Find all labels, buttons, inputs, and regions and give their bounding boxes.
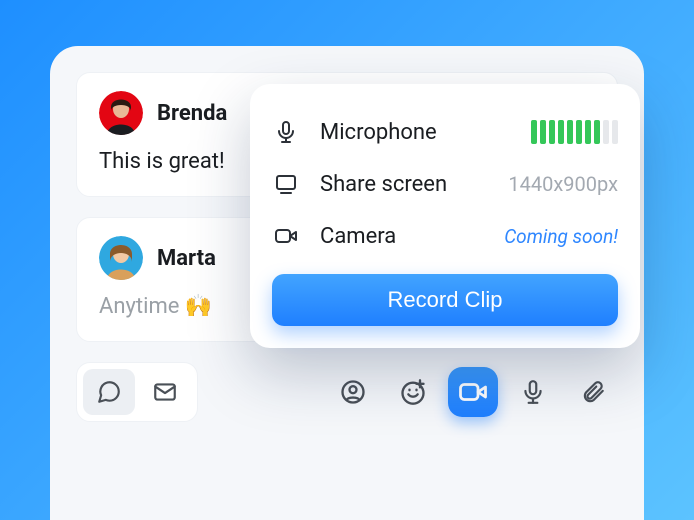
meter-bar — [558, 120, 564, 144]
camera-label: Camera — [320, 224, 484, 249]
message-author: Marta — [157, 246, 216, 271]
meter-bar — [567, 120, 573, 144]
meter-bar — [540, 120, 546, 144]
mention-button[interactable] — [328, 367, 378, 417]
audio-button[interactable] — [508, 367, 558, 417]
meter-bar — [549, 120, 555, 144]
record-popover: Microphone Share screen 1440x900px Camer… — [250, 84, 640, 348]
right-tool-group — [328, 367, 618, 417]
avatar — [99, 91, 143, 135]
screen-icon — [272, 172, 300, 196]
meter-bar — [594, 120, 600, 144]
camera-note: Coming soon! — [504, 225, 618, 248]
share-screen-row[interactable]: Share screen 1440x900px — [272, 158, 618, 210]
microphone-label: Microphone — [320, 120, 511, 145]
camera-row[interactable]: Camera Coming soon! — [272, 210, 618, 262]
composer-toolbar — [76, 362, 618, 422]
avatar — [99, 236, 143, 280]
mention-icon — [339, 378, 367, 406]
share-screen-label: Share screen — [320, 172, 488, 197]
meter-bar — [585, 120, 591, 144]
chat-mode-button[interactable] — [83, 369, 135, 415]
record-clip-button[interactable] — [448, 367, 498, 417]
mic-level-meter — [531, 120, 618, 144]
mail-mode-button[interactable] — [139, 369, 191, 415]
mail-icon — [152, 379, 178, 405]
attach-button[interactable] — [568, 367, 618, 417]
screen-resolution: 1440x900px — [508, 172, 618, 196]
record-clip-action[interactable]: Record Clip — [272, 274, 618, 326]
microphone-row[interactable]: Microphone — [272, 106, 618, 158]
emoji-add-icon — [399, 378, 427, 406]
left-tool-group — [76, 362, 198, 422]
paperclip-icon — [580, 379, 606, 405]
meter-bar — [603, 120, 609, 144]
video-icon — [458, 377, 488, 407]
meter-bar — [531, 120, 537, 144]
chat-icon — [96, 379, 122, 405]
microphone-icon — [520, 379, 546, 405]
camera-icon — [272, 224, 300, 248]
message-author: Brenda — [157, 101, 227, 126]
meter-bar — [612, 120, 618, 144]
emoji-add-button[interactable] — [388, 367, 438, 417]
microphone-icon — [272, 120, 300, 144]
meter-bar — [576, 120, 582, 144]
